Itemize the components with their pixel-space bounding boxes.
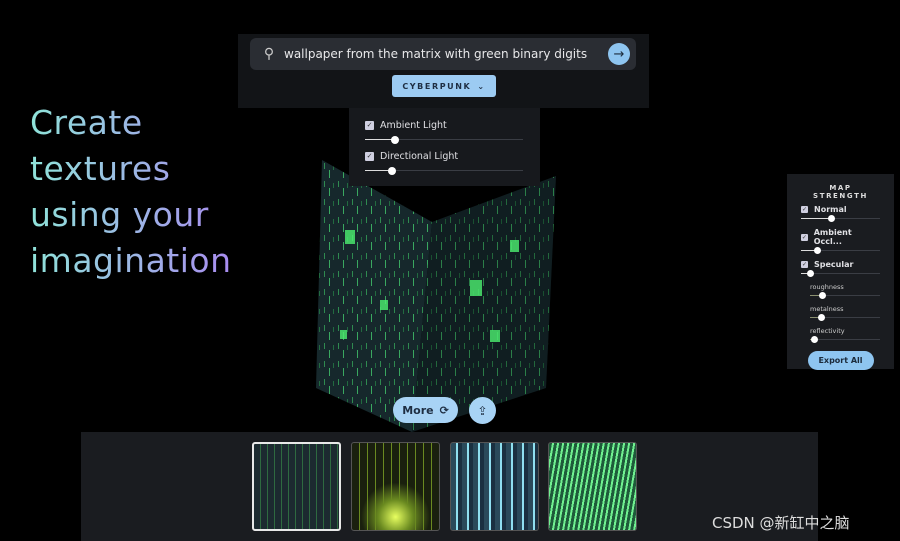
directional-light-checkbox[interactable]: ✓ Directional Light: [365, 151, 524, 162]
checkbox-icon: ✓: [801, 261, 808, 268]
cube-right-face-shade: [412, 176, 556, 432]
more-button[interactable]: More ⟳: [393, 397, 458, 423]
roughness-label: roughness: [810, 283, 844, 291]
checkbox-icon: ✓: [365, 152, 374, 161]
checkbox-icon: ✓: [801, 206, 808, 213]
search-icon: ⚲: [263, 46, 275, 62]
reflectivity-label: reflectivity: [810, 327, 845, 335]
thumbnail-strip: [81, 432, 818, 541]
lighting-panel: ✓ Ambient Light ✓ Directional Light: [349, 108, 540, 186]
style-dropdown[interactable]: CYBERPUNK ⌄: [392, 75, 496, 97]
prompt-bar: ⚲ → CYBERPUNK ⌄: [238, 34, 649, 108]
chevron-down-icon: ⌄: [477, 81, 486, 91]
checkbox-icon: ✓: [801, 233, 808, 241]
normal-slider[interactable]: [801, 214, 880, 224]
search-input[interactable]: [284, 47, 608, 61]
export-all-button[interactable]: Export All: [807, 351, 874, 370]
thumbnail[interactable]: [450, 442, 539, 531]
ambient-occlusion-label: Ambient Occl...: [813, 228, 852, 246]
thumbnail[interactable]: [252, 442, 341, 531]
map-strength-panel: MAP STRENGTH ✓ Normal ✓ Ambient Occl... ✓ S…: [787, 174, 894, 370]
roughness-slider[interactable]: [810, 291, 880, 301]
specular-slider[interactable]: [801, 269, 880, 279]
metalness-slider[interactable]: [810, 313, 880, 323]
directional-light-slider[interactable]: [365, 164, 523, 178]
map-strength-title: MAP STRENGTH: [813, 184, 868, 200]
ambient-occlusion-slider[interactable]: [801, 246, 880, 256]
directional-light-label: Directional Light: [380, 151, 459, 162]
watermark: CSDN @新缸中之脑: [712, 514, 850, 532]
share-button[interactable]: ⇪: [469, 397, 496, 424]
ambient-light-label: Ambient Light: [380, 120, 447, 131]
normal-checkbox[interactable]: ✓ Normal: [801, 205, 880, 214]
thumbnail[interactable]: [548, 442, 637, 531]
more-label: More: [402, 403, 434, 417]
ambient-light-checkbox[interactable]: ✓ Ambient Light: [365, 120, 524, 131]
thumbnail[interactable]: [351, 442, 440, 531]
checkbox-icon: ✓: [365, 121, 374, 130]
arrow-right-icon[interactable]: →: [608, 43, 630, 65]
search-field[interactable]: ⚲ →: [250, 38, 636, 70]
cube-left-face: [316, 160, 432, 432]
metalness-label: metalness: [810, 305, 844, 313]
specular-checkbox[interactable]: ✓ Specular: [801, 260, 880, 269]
style-dropdown-value: CYBERPUNK: [402, 81, 472, 91]
refresh-icon: ⟳: [439, 403, 449, 417]
reflectivity-slider[interactable]: [810, 335, 880, 345]
specular-label: Specular: [814, 260, 854, 269]
share-icon: ⇪: [477, 403, 488, 418]
normal-label: Normal: [814, 205, 847, 214]
ambient-light-slider[interactable]: [365, 133, 523, 147]
ambient-occlusion-checkbox[interactable]: ✓ Ambient Occl...: [801, 228, 880, 246]
